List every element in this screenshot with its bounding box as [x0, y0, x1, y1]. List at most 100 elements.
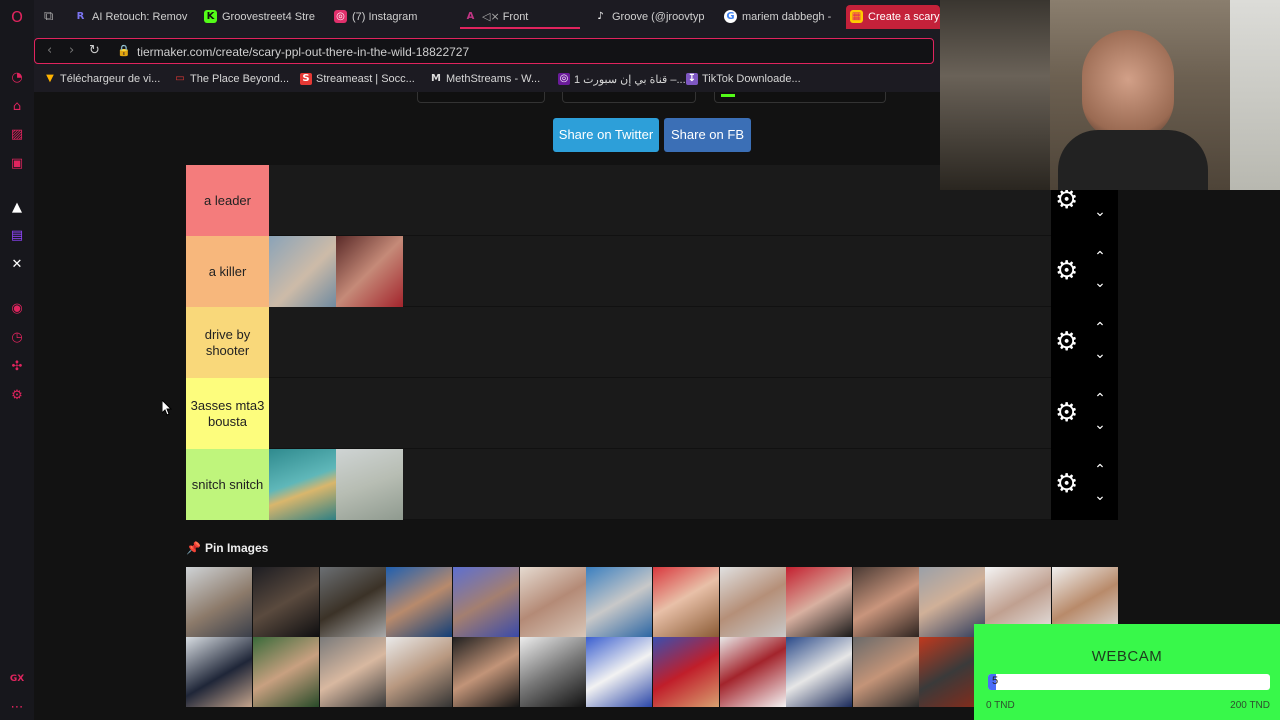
pool-image[interactable] — [853, 567, 919, 637]
pool-image[interactable] — [720, 567, 786, 637]
pool-image[interactable] — [453, 567, 519, 637]
tier-label[interactable]: a leader — [186, 165, 269, 236]
top-field[interactable] — [714, 92, 886, 103]
chevron-up-icon[interactable]: ⌃ — [1092, 250, 1108, 264]
chevron-up-icon[interactable]: ⌃ — [1092, 463, 1108, 477]
muted-icon[interactable]: ◁× — [482, 10, 500, 23]
pool-image[interactable] — [186, 567, 252, 637]
bookmark-methstreams[interactable]: M MethStreams - W... — [430, 73, 540, 85]
reload-icon[interactable]: ↻ — [89, 43, 100, 58]
tier-item-image[interactable] — [269, 449, 336, 520]
pool-image[interactable] — [386, 567, 452, 637]
pool-image[interactable] — [653, 567, 719, 637]
tab-instagram[interactable]: ◎ (7) Instagram — [330, 5, 448, 29]
messenger-icon[interactable]: ▣ — [9, 156, 25, 172]
tab-ai-retouch[interactable]: R AI Retouch: Remov — [70, 5, 188, 29]
url-text[interactable]: tiermaker.com/create/scary-ppl-out-there… — [137, 45, 469, 59]
pool-image[interactable] — [186, 637, 252, 707]
tier-drop-zone[interactable] — [269, 236, 1051, 307]
top-field[interactable] — [417, 92, 545, 103]
x-icon[interactable]: ✕ — [9, 257, 25, 273]
tier-drop-zone[interactable] — [269, 449, 1051, 520]
tier-item-image[interactable] — [336, 236, 403, 307]
chevron-down-icon[interactable]: ⌄ — [1092, 347, 1108, 361]
bookmark-streameast[interactable]: S Streameast | Socc... — [300, 73, 415, 85]
tier-drop-zone[interactable] — [269, 378, 1051, 449]
gear-icon[interactable]: ⚙ — [1055, 258, 1078, 284]
field-indicator — [721, 94, 735, 97]
bookmark-bein-sport[interactable]: ◎ قناة بي إن سبورت 1 –... — [558, 73, 686, 86]
bookmark-label: Streameast | Socc... — [316, 73, 415, 85]
pool-image[interactable] — [653, 637, 719, 707]
tier-drop-zone[interactable] — [269, 307, 1051, 378]
gear-icon[interactable]: ⚙ — [1055, 400, 1078, 426]
pool-image[interactable] — [586, 567, 652, 637]
pool-image[interactable] — [586, 637, 652, 707]
share-fb-button[interactable]: Share on FB — [664, 118, 751, 152]
workspace-icon[interactable]: ▨ — [9, 127, 25, 143]
history-icon[interactable]: ◷ — [9, 330, 25, 346]
forward-icon[interactable]: › — [69, 43, 74, 58]
player-icon[interactable]: ◉ — [9, 301, 25, 317]
gx-icon[interactable]: GX — [9, 671, 25, 687]
tier-controls: ⚙ ⌃ ⌄ — [1051, 449, 1118, 520]
tab-tiermaker[interactable]: ▦ Create a scary — [846, 5, 940, 29]
tab-groove-tiktok[interactable]: ♪ Groove (@jroovtyp — [590, 5, 710, 29]
chevron-down-icon[interactable]: ⌄ — [1092, 489, 1108, 503]
chevron-down-icon[interactable]: ⌄ — [1092, 205, 1108, 219]
tab-label: Groovestreet4 Stre — [222, 11, 315, 23]
tab-favicon-icon: ▦ — [850, 10, 863, 23]
bag-icon[interactable]: ⌂ — [9, 99, 25, 115]
app-a-icon[interactable]: ▲ — [9, 200, 25, 216]
pin-images-toggle[interactable]: 📌 Pin Images — [186, 541, 268, 555]
opera-logo-icon[interactable]: O — [9, 9, 25, 25]
pool-image[interactable] — [520, 567, 586, 637]
pool-image[interactable] — [320, 567, 386, 637]
tab-front[interactable]: A ◁× Front — [460, 5, 580, 29]
tier-label[interactable]: a killer — [186, 236, 269, 307]
pool-image[interactable] — [320, 637, 386, 707]
bookmark-place-beyond[interactable]: ▭ The Place Beyond... — [174, 73, 289, 85]
pool-image[interactable] — [253, 567, 319, 637]
pool-image[interactable] — [386, 637, 452, 707]
address-bar[interactable]: ‹ › ↻ 🔒 tiermaker.com/create/scary-ppl-o… — [34, 38, 934, 64]
pool-image[interactable] — [786, 637, 852, 707]
gear-icon[interactable]: ⚙ — [1055, 471, 1078, 497]
gear-icon[interactable]: ⚙ — [1055, 329, 1078, 355]
tier-label[interactable]: 3asses mta3 bousta — [186, 378, 269, 449]
aria-icon[interactable]: ◔ — [9, 70, 25, 86]
pool-image[interactable] — [853, 637, 919, 707]
pool-image[interactable] — [520, 637, 586, 707]
tier-drop-zone[interactable] — [269, 165, 1051, 236]
top-field[interactable] — [562, 92, 696, 103]
back-icon[interactable]: ‹ — [47, 43, 52, 58]
pool-image[interactable] — [720, 637, 786, 707]
pool-image[interactable] — [253, 637, 319, 707]
tier-item-image[interactable] — [269, 236, 336, 307]
bookmark-favicon-icon: ▼ — [46, 73, 54, 84]
tier-label[interactable]: drive by shooter — [186, 307, 269, 378]
bookmark-telechargeur[interactable]: ▼ Téléchargeur de vi... — [44, 73, 160, 85]
pool-image[interactable] — [786, 567, 852, 637]
chevron-down-icon[interactable]: ⌄ — [1092, 418, 1108, 432]
tier-item-image[interactable] — [336, 449, 403, 520]
chevron-up-icon[interactable]: ⌃ — [1092, 321, 1108, 335]
tab-overview-icon[interactable]: ⧉ — [44, 9, 53, 24]
more-icon[interactable]: ⋯ — [9, 700, 25, 716]
bookmark-tiktok-downloader[interactable]: ↧ TikTok Downloade... — [686, 73, 801, 85]
tier-label[interactable]: snitch snitch — [186, 449, 269, 520]
tab-favicon-icon: K — [204, 10, 217, 23]
tab-google-search[interactable]: Gmariem dabbegh - — [720, 5, 836, 29]
share-twitter-button[interactable]: Share on Twitter — [553, 118, 659, 152]
lock-icon[interactable]: 🔒 — [117, 44, 131, 57]
chevron-up-icon[interactable]: ⌃ — [1092, 392, 1108, 406]
pool-image[interactable] — [453, 637, 519, 707]
extensions-icon[interactable]: ✣ — [9, 359, 25, 375]
tab-groovestreet[interactable]: K Groovestreet4 Stre — [200, 5, 318, 29]
settings-icon[interactable]: ⚙ — [9, 388, 25, 404]
chevron-down-icon[interactable]: ⌄ — [1092, 276, 1108, 290]
gear-icon[interactable]: ⚙ — [1055, 187, 1078, 213]
webcam-title: WEBCAM — [1091, 648, 1163, 665]
twitch-icon[interactable]: ▤ — [9, 228, 25, 244]
donation-progress-bar: 5 — [988, 674, 1270, 690]
